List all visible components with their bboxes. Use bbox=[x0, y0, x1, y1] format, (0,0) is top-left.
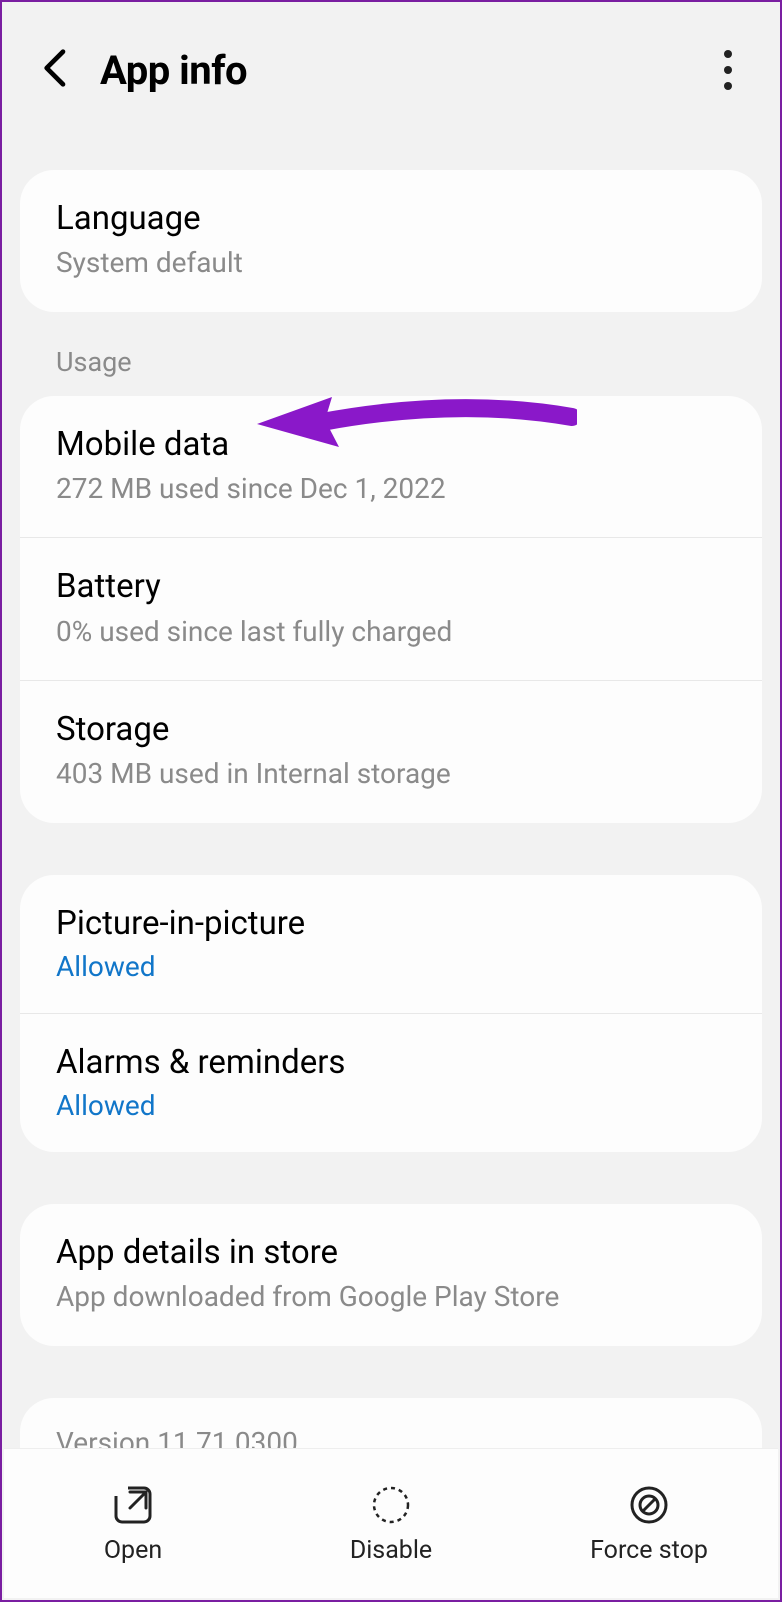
open-label: Open bbox=[104, 1536, 162, 1565]
row-pip[interactable]: Picture-in-picture Allowed bbox=[20, 875, 762, 1014]
pip-value: Allowed bbox=[56, 950, 726, 983]
store-title: App details in store bbox=[56, 1232, 726, 1273]
page-title: App info bbox=[100, 47, 247, 94]
row-mobile-data[interactable]: Mobile data 272 MB used since Dec 1, 202… bbox=[20, 396, 762, 539]
disable-label: Disable bbox=[350, 1536, 432, 1565]
storage-subtitle: 403 MB used in Internal storage bbox=[56, 756, 726, 792]
open-button[interactable]: Open bbox=[4, 1449, 262, 1598]
battery-title: Battery bbox=[56, 566, 726, 607]
language-title: Language bbox=[56, 198, 726, 239]
open-icon bbox=[110, 1482, 156, 1528]
bottom-action-bar: Open Disable Force stop bbox=[4, 1448, 778, 1598]
language-subtitle: System default bbox=[56, 245, 726, 281]
force-stop-icon bbox=[626, 1482, 672, 1528]
pip-title: Picture-in-picture bbox=[56, 903, 726, 944]
header: App info bbox=[2, 2, 780, 142]
row-alarms[interactable]: Alarms & reminders Allowed bbox=[20, 1014, 762, 1152]
card-language: Language System default bbox=[20, 170, 762, 312]
storage-title: Storage bbox=[56, 709, 726, 750]
disable-button[interactable]: Disable bbox=[262, 1449, 520, 1598]
row-battery[interactable]: Battery 0% used since last fully charged bbox=[20, 538, 762, 681]
store-subtitle: App downloaded from Google Play Store bbox=[56, 1279, 726, 1315]
card-store: App details in store App downloaded from… bbox=[20, 1204, 762, 1346]
back-icon[interactable] bbox=[42, 49, 70, 91]
row-language[interactable]: Language System default bbox=[20, 170, 762, 312]
disable-icon bbox=[368, 1482, 414, 1528]
battery-subtitle: 0% used since last fully charged bbox=[56, 614, 726, 650]
card-permissions: Picture-in-picture Allowed Alarms & remi… bbox=[20, 875, 762, 1153]
mobile-data-title: Mobile data bbox=[56, 424, 726, 465]
row-storage[interactable]: Storage 403 MB used in Internal storage bbox=[20, 681, 762, 823]
more-options-icon[interactable] bbox=[706, 40, 750, 100]
header-left: App info bbox=[42, 47, 247, 94]
alarms-title: Alarms & reminders bbox=[56, 1042, 726, 1083]
section-label-usage: Usage bbox=[2, 312, 780, 396]
mobile-data-subtitle: 272 MB used since Dec 1, 2022 bbox=[56, 471, 726, 507]
force-stop-label: Force stop bbox=[590, 1536, 708, 1565]
force-stop-button[interactable]: Force stop bbox=[520, 1449, 778, 1598]
row-store-details[interactable]: App details in store App downloaded from… bbox=[20, 1204, 762, 1346]
alarms-value: Allowed bbox=[56, 1089, 726, 1122]
card-usage: Mobile data 272 MB used since Dec 1, 202… bbox=[20, 396, 762, 823]
